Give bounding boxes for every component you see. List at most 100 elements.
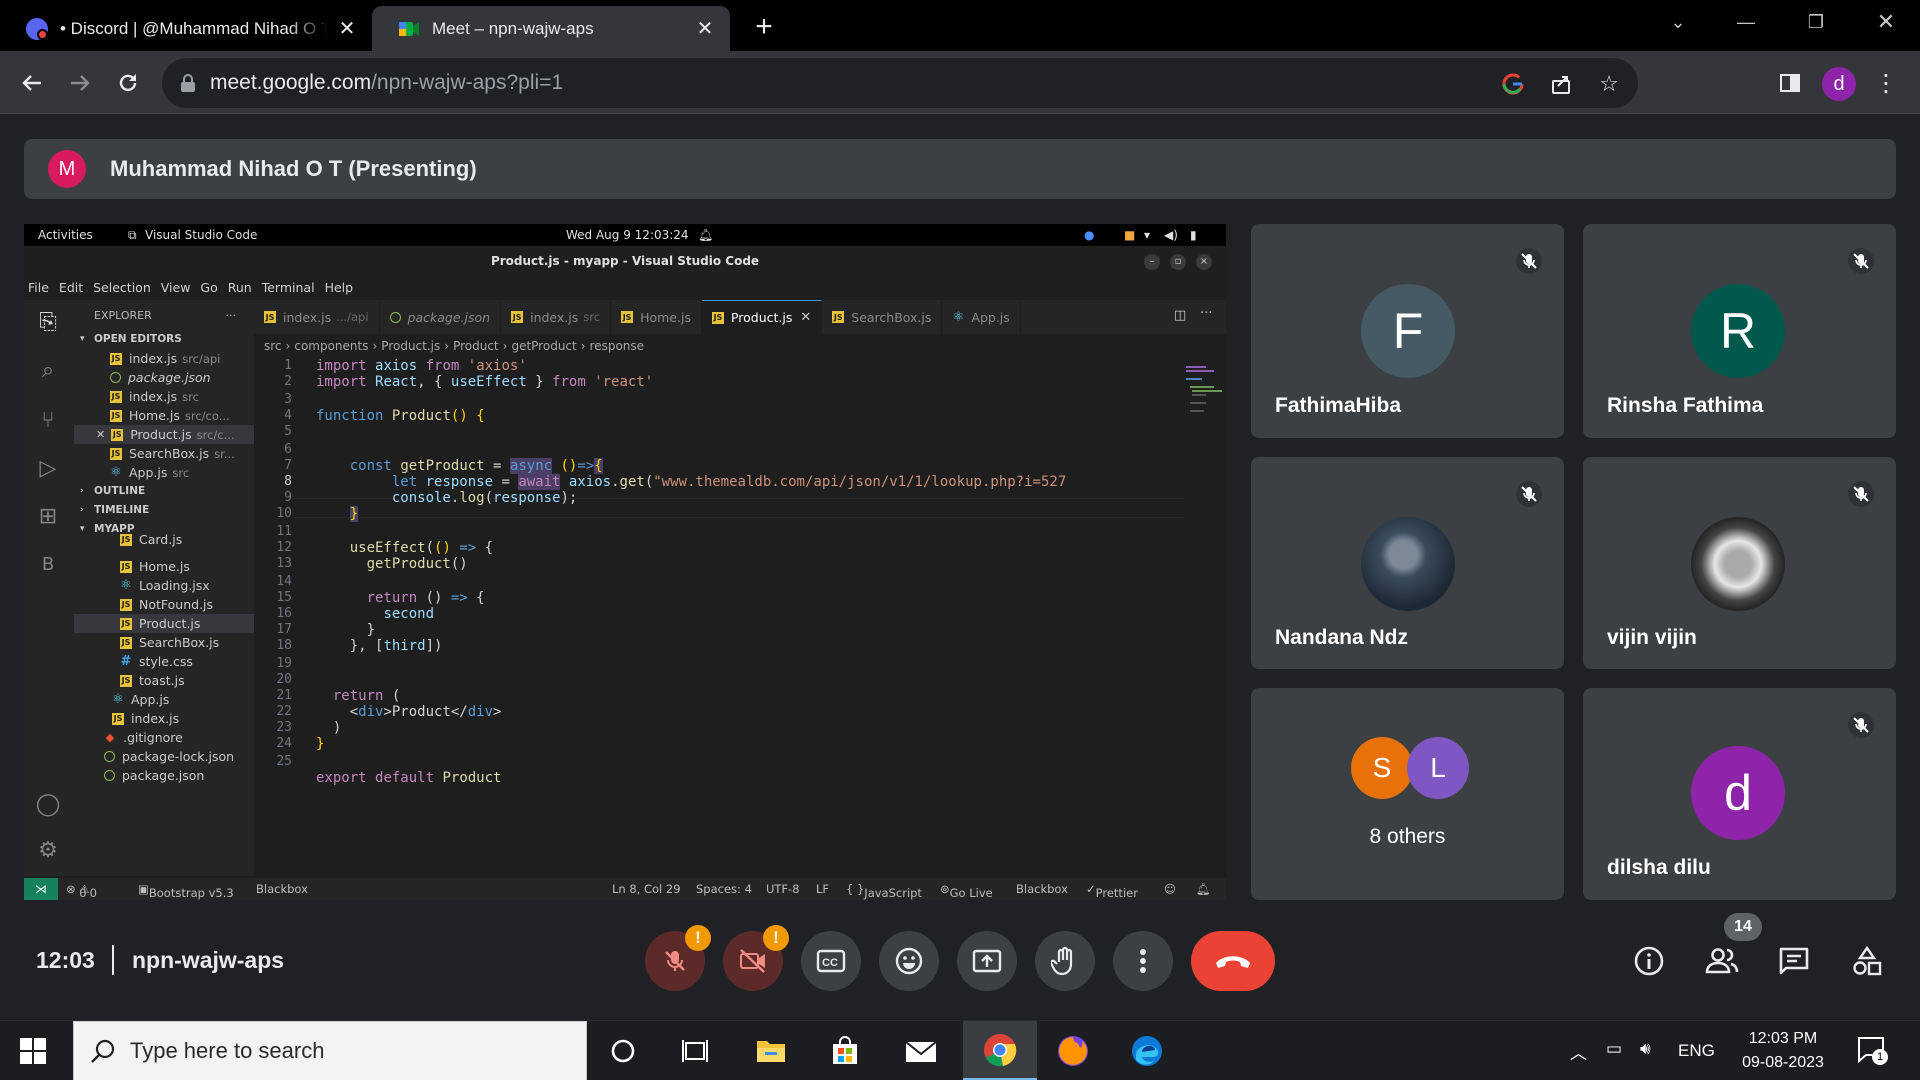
explorer-file-item[interactable]: JS toast.js [74,671,254,690]
editor-tab[interactable]: package.json [380,300,502,334]
breadcrumb-item[interactable]: Product [453,339,499,353]
taskbar-clock[interactable]: 12:03 PM 09-08-2023 [1733,1027,1833,1075]
chat-button[interactable] [1771,938,1817,984]
url-text[interactable]: meet.google.com/npn-wajw-aps?pli=1 [210,71,563,95]
tab-discord[interactable]: • Discord | @Muhammad Nihad O T ✕ [0,6,372,51]
bookmark-star-icon[interactable]: ☆ [1592,67,1626,101]
explorer-file-item[interactable]: JS index.js [74,709,254,728]
mic-off-icon [1848,248,1874,274]
code-line: export default Product [316,770,502,786]
bootstrap-label: Bootstrap v5.3 [148,886,234,900]
leave-call-button[interactable] [1191,931,1275,991]
people-button[interactable] [1699,938,1745,984]
editor-tab[interactable]: ⚛ App.js [942,300,1021,334]
more-options-button[interactable] [1113,931,1173,991]
present-now-button[interactable] [957,931,1017,991]
close-icon[interactable]: ✕ [96,428,105,441]
profile-avatar[interactable]: d [1822,67,1856,101]
captions-button[interactable]: CC [801,931,861,991]
minimize-icon[interactable]: — [1716,0,1776,44]
explorer-file-item[interactable]: JS Home.js [74,557,254,576]
cortana-icon[interactable] [588,1021,658,1080]
meeting-details-button[interactable] [1626,938,1672,984]
breadcrumb-item[interactable]: Product.js [381,339,440,353]
explorer-file-item[interactable]: JS SearchBox.js [74,633,254,652]
close-tab-icon[interactable]: ✕ [800,310,811,325]
share-icon[interactable] [1544,67,1578,101]
chrome-taskbar-icon[interactable] [963,1021,1037,1080]
microphone-button[interactable]: ! [645,925,711,991]
search-icon: ⌕ [41,357,55,383]
close-window-icon[interactable]: ✕ [1856,0,1916,44]
breadcrumb-item[interactable]: response [590,339,645,353]
mail-icon[interactable] [886,1021,956,1080]
new-tab-icon[interactable]: + [748,12,780,44]
tray-expand-icon[interactable]: ︿ [1570,1039,1587,1064]
explorer-file-item[interactable]: JS Card.js [74,530,254,549]
tab-label: SearchBox.js [851,309,932,325]
close-tab-icon[interactable]: ✕ [694,18,716,40]
open-editor-item[interactable]: JS SearchBox.js sr... [74,444,254,463]
address-bar[interactable]: meet.google.com/npn-wajw-aps?pli=1 ☆ [162,58,1638,108]
open-editor-item[interactable]: JS Home.js src/co... [74,406,254,425]
open-editor-item[interactable]: package.json [74,368,254,387]
microsoft-store-icon[interactable] [810,1021,880,1080]
explorer-file-item[interactable]: # style.css [74,652,254,671]
raise-hand-button[interactable] [1035,931,1095,991]
google-lens-icon[interactable] [1496,67,1530,101]
input-language[interactable]: ENG [1678,1041,1715,1061]
firefox-icon[interactable] [1038,1021,1108,1080]
participant-tile[interactable]: d dilsha dilu [1583,688,1896,900]
explorer-file-item[interactable]: JS Product.js [74,614,254,633]
tab-search-icon[interactable]: ⌄ [1648,0,1708,44]
editor-tab[interactable]: JS index.js .../api [254,300,380,334]
breadcrumb-item[interactable]: components [294,339,368,353]
lock-icon[interactable] [180,74,196,92]
reactions-button[interactable] [879,931,939,991]
participant-tile[interactable]: F FathimaHiba [1251,224,1564,438]
editor-tab[interactable]: JS Product.js ✕ [701,300,823,334]
breadcrumb-item[interactable]: getProduct [511,339,576,353]
back-icon[interactable] [12,63,52,103]
participant-tile[interactable]: R Rinsha Fathima [1583,224,1896,438]
editor-tab[interactable]: JS SearchBox.js [822,300,943,334]
camera-button[interactable]: ! [723,925,789,991]
tab-meet[interactable]: Meet – npn-wajw-aps ✕ [372,6,730,51]
side-panel-icon[interactable] [1770,63,1810,103]
windows-start-icon[interactable] [20,1038,46,1064]
editor-tab[interactable]: JS Home.js [611,300,702,334]
explorer-file-item[interactable]: ⚛ Loading.jsx [74,576,254,595]
file-explorer-icon[interactable] [736,1021,806,1080]
explorer-file-item[interactable]: ◆ .gitignore [74,728,254,747]
menu-help: Help [324,279,354,295]
explorer-file-item[interactable]: JS NotFound.js [74,595,254,614]
react-file-icon: ⚛ [952,309,965,325]
taskbar-search-box[interactable]: Type here to search [73,1021,587,1080]
open-editor-item[interactable]: JS index.js src/api [74,349,254,368]
explorer-file-item[interactable]: ⚛ App.js [74,690,254,709]
task-view-icon[interactable] [660,1021,730,1080]
open-editor-item[interactable]: ✕ JS Product.js src/c... [74,425,254,444]
reload-icon[interactable] [108,63,148,103]
participant-tile[interactable]: Nandana Ndz [1251,457,1564,669]
battery-icon[interactable]: ▭ [1606,1039,1622,1059]
participant-tile[interactable]: vijin vijin [1583,457,1896,669]
explorer-file-item[interactable]: package.json [74,766,254,785]
edge-icon[interactable] [1112,1021,1182,1080]
open-editor-item[interactable]: JS index.js src [74,387,254,406]
editor-tab[interactable]: JS index.js src [501,300,612,334]
tab-label: App.js [971,309,1010,325]
notification-center-icon[interactable]: 1 [1856,1035,1896,1067]
json-file-icon [389,311,401,323]
restore-icon[interactable]: ❐ [1786,0,1846,44]
close-tab-icon[interactable]: ✕ [336,18,358,40]
browser-tab-strip: • Discord | @Muhammad Nihad O T ✕ Meet –… [0,0,1920,51]
volume-icon[interactable]: 🔊︎ [1640,1039,1651,1059]
activities-button[interactable] [1844,938,1890,984]
others-tile[interactable]: S L 8 others [1251,688,1564,900]
open-editor-item[interactable]: ⚛ App.js src [74,463,254,482]
explorer-file-item[interactable]: package-lock.json [74,747,254,766]
forward-icon[interactable] [60,63,100,103]
more-menu-icon[interactable]: ⋮ [1866,63,1906,103]
breadcrumb-item[interactable]: src [264,339,282,353]
